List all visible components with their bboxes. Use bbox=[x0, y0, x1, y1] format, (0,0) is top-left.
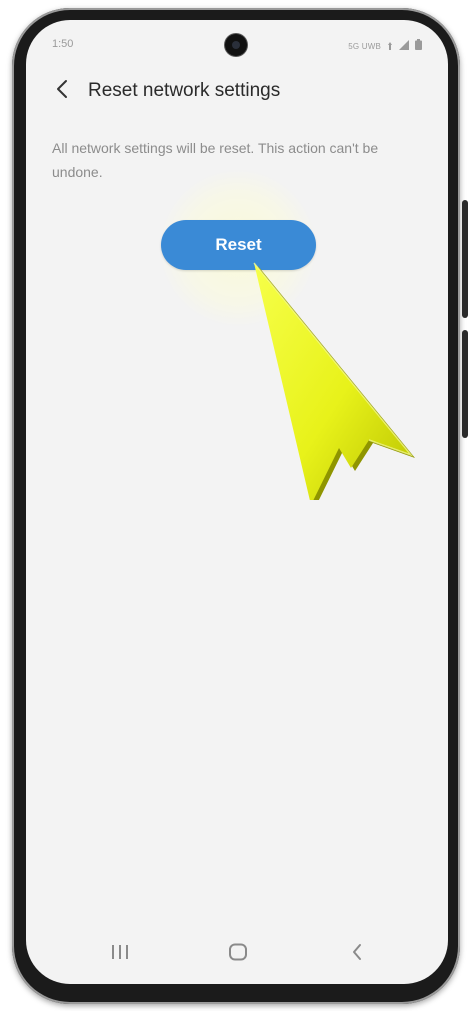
home-icon bbox=[228, 943, 248, 966]
recents-button[interactable] bbox=[105, 942, 135, 966]
recents-icon bbox=[111, 944, 129, 965]
front-camera bbox=[225, 34, 247, 56]
network-type-label: 5G UWB bbox=[348, 41, 381, 51]
yellow-pointer-arrow bbox=[253, 262, 415, 500]
back-button[interactable] bbox=[48, 76, 76, 106]
status-icons: 5G UWB bbox=[348, 37, 422, 55]
home-button[interactable] bbox=[223, 942, 253, 966]
status-bar: 1:50 5G UWB bbox=[26, 20, 448, 60]
navigation-bar bbox=[26, 924, 448, 984]
screenshot-page: 1:50 5G UWB Reset network settings All n… bbox=[0, 0, 474, 1011]
signal-icon bbox=[399, 37, 410, 55]
app-header: Reset network settings bbox=[26, 72, 448, 112]
nav-back-button[interactable] bbox=[342, 942, 372, 966]
status-time: 1:50 bbox=[52, 38, 74, 50]
back-icon bbox=[351, 943, 363, 966]
back-arrow-icon bbox=[56, 79, 68, 104]
page-title: Reset network settings bbox=[88, 80, 281, 101]
phone-screen: 1:50 5G UWB Reset network settings All n… bbox=[26, 20, 448, 984]
5g-icon bbox=[386, 37, 394, 55]
power-key bbox=[462, 330, 468, 438]
volume-key bbox=[462, 200, 468, 318]
battery-icon bbox=[415, 37, 422, 55]
